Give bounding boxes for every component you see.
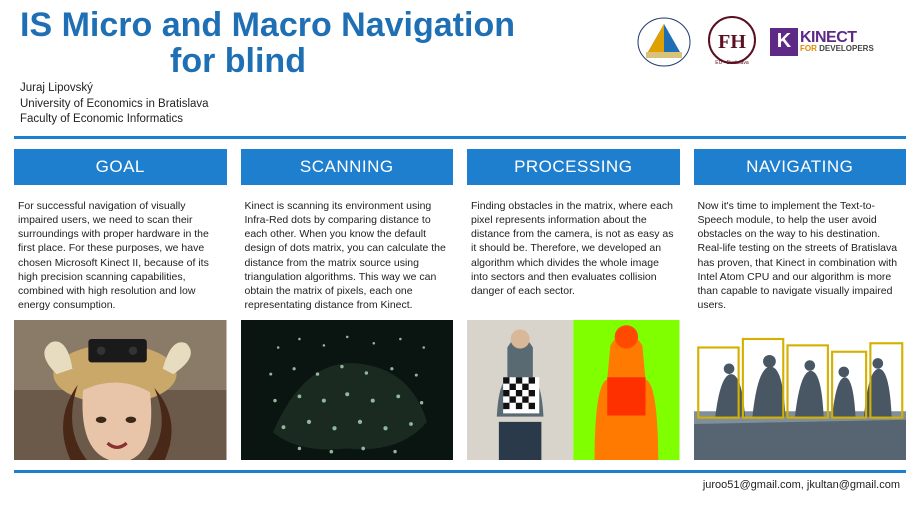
author-affiliation-2: Faculty of Economic Informatics <box>20 112 634 128</box>
euba-logo <box>634 14 694 69</box>
processing-image <box>467 320 680 460</box>
author-name: Juraj Lipovský <box>20 81 634 97</box>
scanning-image <box>241 320 454 460</box>
column-navigating: NAVIGATING Now it's time to implement th… <box>694 149 907 460</box>
column-body: Kinect is scanning its environment using… <box>241 185 454 320</box>
footer-contacts: juroo51@gmail.com, jkultan@gmail.com <box>0 473 920 491</box>
column-scanning: SCANNING Kinect is scanning its environm… <box>241 149 454 460</box>
navigating-image <box>694 320 907 460</box>
columns-container: GOAL For successful navigation of visual… <box>0 139 920 460</box>
author-block: Juraj Lipovský University of Economics i… <box>20 81 634 128</box>
header: IS Micro and Macro Navigation for blind … <box>0 0 920 132</box>
logo-row: FH EU • Bratislava K KINECT FOR DEVELOPE… <box>634 8 900 69</box>
column-processing: PROCESSING Finding obstacles in the matr… <box>467 149 680 460</box>
poster-title-line1: IS Micro and Macro Navigation <box>20 8 634 44</box>
kinect-k-icon: K <box>770 28 798 56</box>
svg-text:FH: FH <box>718 31 746 53</box>
kinect-sub-text: FOR DEVELOPERS <box>800 45 874 52</box>
title-block: IS Micro and Macro Navigation for blind … <box>20 8 634 128</box>
fhi-logo: FH EU • Bratislava <box>702 14 762 69</box>
svg-text:EU • Bratislava: EU • Bratislava <box>715 60 749 66</box>
column-body: Now it's time to implement the Text-to-S… <box>694 185 907 320</box>
column-goal: GOAL For successful navigation of visual… <box>14 149 227 460</box>
column-body: For successful navigation of visually im… <box>14 185 227 320</box>
goal-image <box>14 320 227 460</box>
column-heading: NAVIGATING <box>694 149 907 185</box>
column-heading: PROCESSING <box>467 149 680 185</box>
kinect-brand-text: KINECT <box>800 31 874 45</box>
column-heading: SCANNING <box>241 149 454 185</box>
poster-title-line2: for blind <box>20 44 634 80</box>
column-body: Finding obstacles in the matrix, where e… <box>467 185 680 306</box>
column-heading: GOAL <box>14 149 227 185</box>
author-affiliation-1: University of Economics in Bratislava <box>20 97 634 113</box>
kinect-logo: K KINECT FOR DEVELOPERS <box>770 28 900 56</box>
